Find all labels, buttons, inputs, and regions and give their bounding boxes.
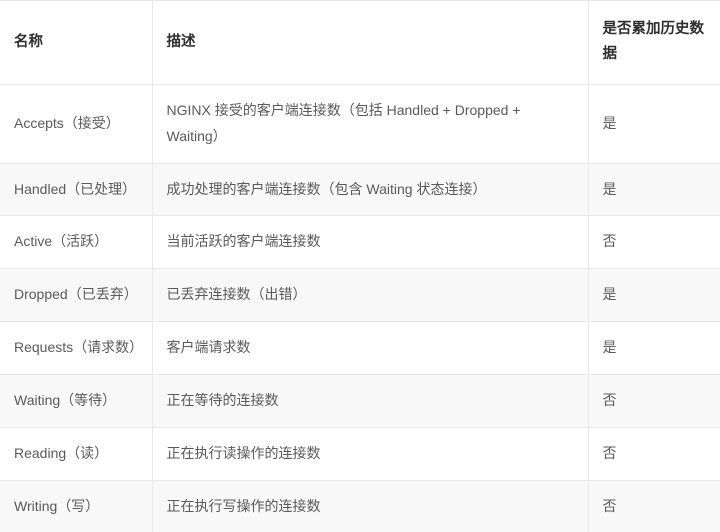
table-row: Requests（请求数） 客户端请求数是	[0, 321, 720, 376]
cell-metric-name: Requests（请求数）	[0, 321, 153, 376]
table-row: Writing（写） 正在执行写操作的连接数否	[0, 479, 720, 532]
cell-metric-description: 成功处理的客户端连接数（包含 Waiting 状态连接）	[152, 162, 589, 217]
column-header-name: 名称	[0, 0, 153, 85]
table-row: Waiting（等待） 正在等待的连接数否	[0, 374, 720, 428]
cell-metric-cumulative: 否	[588, 215, 720, 270]
table-header-row: 名称 描述 是否累加历史数据	[0, 0, 720, 85]
cell-metric-name: Waiting（等待）	[0, 374, 153, 428]
table-body: Accepts（接受） NGINX 接受的客户端连接数（包括 Handled + …	[0, 83, 720, 532]
column-header-cumulative: 是否累加历史数据	[588, 0, 720, 85]
table-header: 名称 描述 是否累加历史数据	[0, 0, 720, 85]
cell-metric-name: Active（活跃）	[0, 215, 153, 270]
table-row: Reading（读） 正在执行读操作的连接数否	[0, 426, 720, 481]
table-row: Active（活跃） 当前活跃的客户端连接数否	[0, 215, 720, 270]
cell-metric-name: Accepts（接受）	[0, 83, 153, 164]
cell-metric-description: 客户端请求数	[152, 321, 589, 376]
cell-metric-description: 当前活跃的客户端连接数	[152, 215, 589, 270]
cell-metric-cumulative: 否	[588, 374, 720, 428]
cell-metric-description: 正在等待的连接数	[152, 374, 589, 428]
cell-metric-name: Reading（读）	[0, 426, 153, 481]
cell-metric-cumulative: 是	[588, 83, 720, 164]
cell-metric-cumulative: 是	[588, 162, 720, 217]
table-row: Dropped（已丢弃） 已丢弃连接数（出错）是	[0, 268, 720, 323]
table-row: Handled（已处理） 成功处理的客户端连接数（包含 Waiting 状态连接）…	[0, 162, 720, 217]
cell-metric-cumulative: 是	[588, 321, 720, 376]
cell-metric-description: 正在执行写操作的连接数	[152, 479, 589, 532]
cell-metric-description: NGINX 接受的客户端连接数（包括 Handled + Dropped + W…	[152, 83, 589, 164]
table-row: Accepts（接受） NGINX 接受的客户端连接数（包括 Handled + …	[0, 83, 720, 164]
nginx-metrics-table: 名称 描述 是否累加历史数据 Accepts（接受） NGINX 接受的客户端连接…	[0, 0, 720, 532]
cell-metric-cumulative: 否	[588, 426, 720, 481]
cell-metric-description: 已丢弃连接数（出错）	[152, 268, 589, 323]
cell-metric-cumulative: 否	[588, 479, 720, 532]
column-header-description: 描述	[152, 0, 589, 85]
cell-metric-description: 正在执行读操作的连接数	[152, 426, 589, 481]
metrics-table-container: 名称 描述 是否累加历史数据 Accepts（接受） NGINX 接受的客户端连接…	[0, 0, 720, 532]
cell-metric-cumulative: 是	[588, 268, 720, 323]
cell-metric-name: Writing（写）	[0, 479, 153, 532]
cell-metric-name: Handled（已处理）	[0, 162, 153, 217]
cell-metric-name: Dropped（已丢弃）	[0, 268, 153, 323]
